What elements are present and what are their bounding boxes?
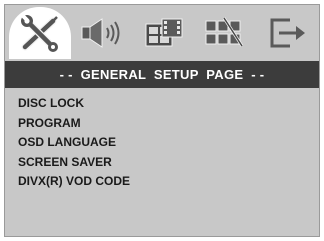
video-setup-icon <box>145 18 183 47</box>
tab-audio-setup[interactable] <box>71 9 131 57</box>
audio-setup-icon <box>81 18 120 48</box>
exit-icon <box>270 18 305 48</box>
tab-preference-setup[interactable] <box>195 9 255 57</box>
menu-item-osd-language[interactable]: OSD LANGUAGE <box>18 133 130 153</box>
setup-menu-screen: - - GENERAL SETUP PAGE - - DISC LOCK PRO… <box>4 4 320 237</box>
tab-exit[interactable] <box>257 9 317 57</box>
preference-setup-icon <box>205 17 244 47</box>
general-setup-icon <box>21 14 58 52</box>
setup-menu-list: DISC LOCK PROGRAM OSD LANGUAGE SCREEN SA… <box>18 94 130 192</box>
menu-item-disc-lock[interactable]: DISC LOCK <box>18 94 130 114</box>
setup-icon-bar <box>5 5 319 59</box>
menu-item-program[interactable]: PROGRAM <box>18 114 130 134</box>
menu-item-divx-vod-code[interactable]: DIVX(R) VOD CODE <box>18 172 130 192</box>
tab-general-setup[interactable] <box>9 7 71 59</box>
menu-item-screen-saver[interactable]: SCREEN SAVER <box>18 153 130 173</box>
page-title: - - GENERAL SETUP PAGE - - <box>5 61 319 88</box>
tab-video-setup[interactable] <box>133 9 193 57</box>
